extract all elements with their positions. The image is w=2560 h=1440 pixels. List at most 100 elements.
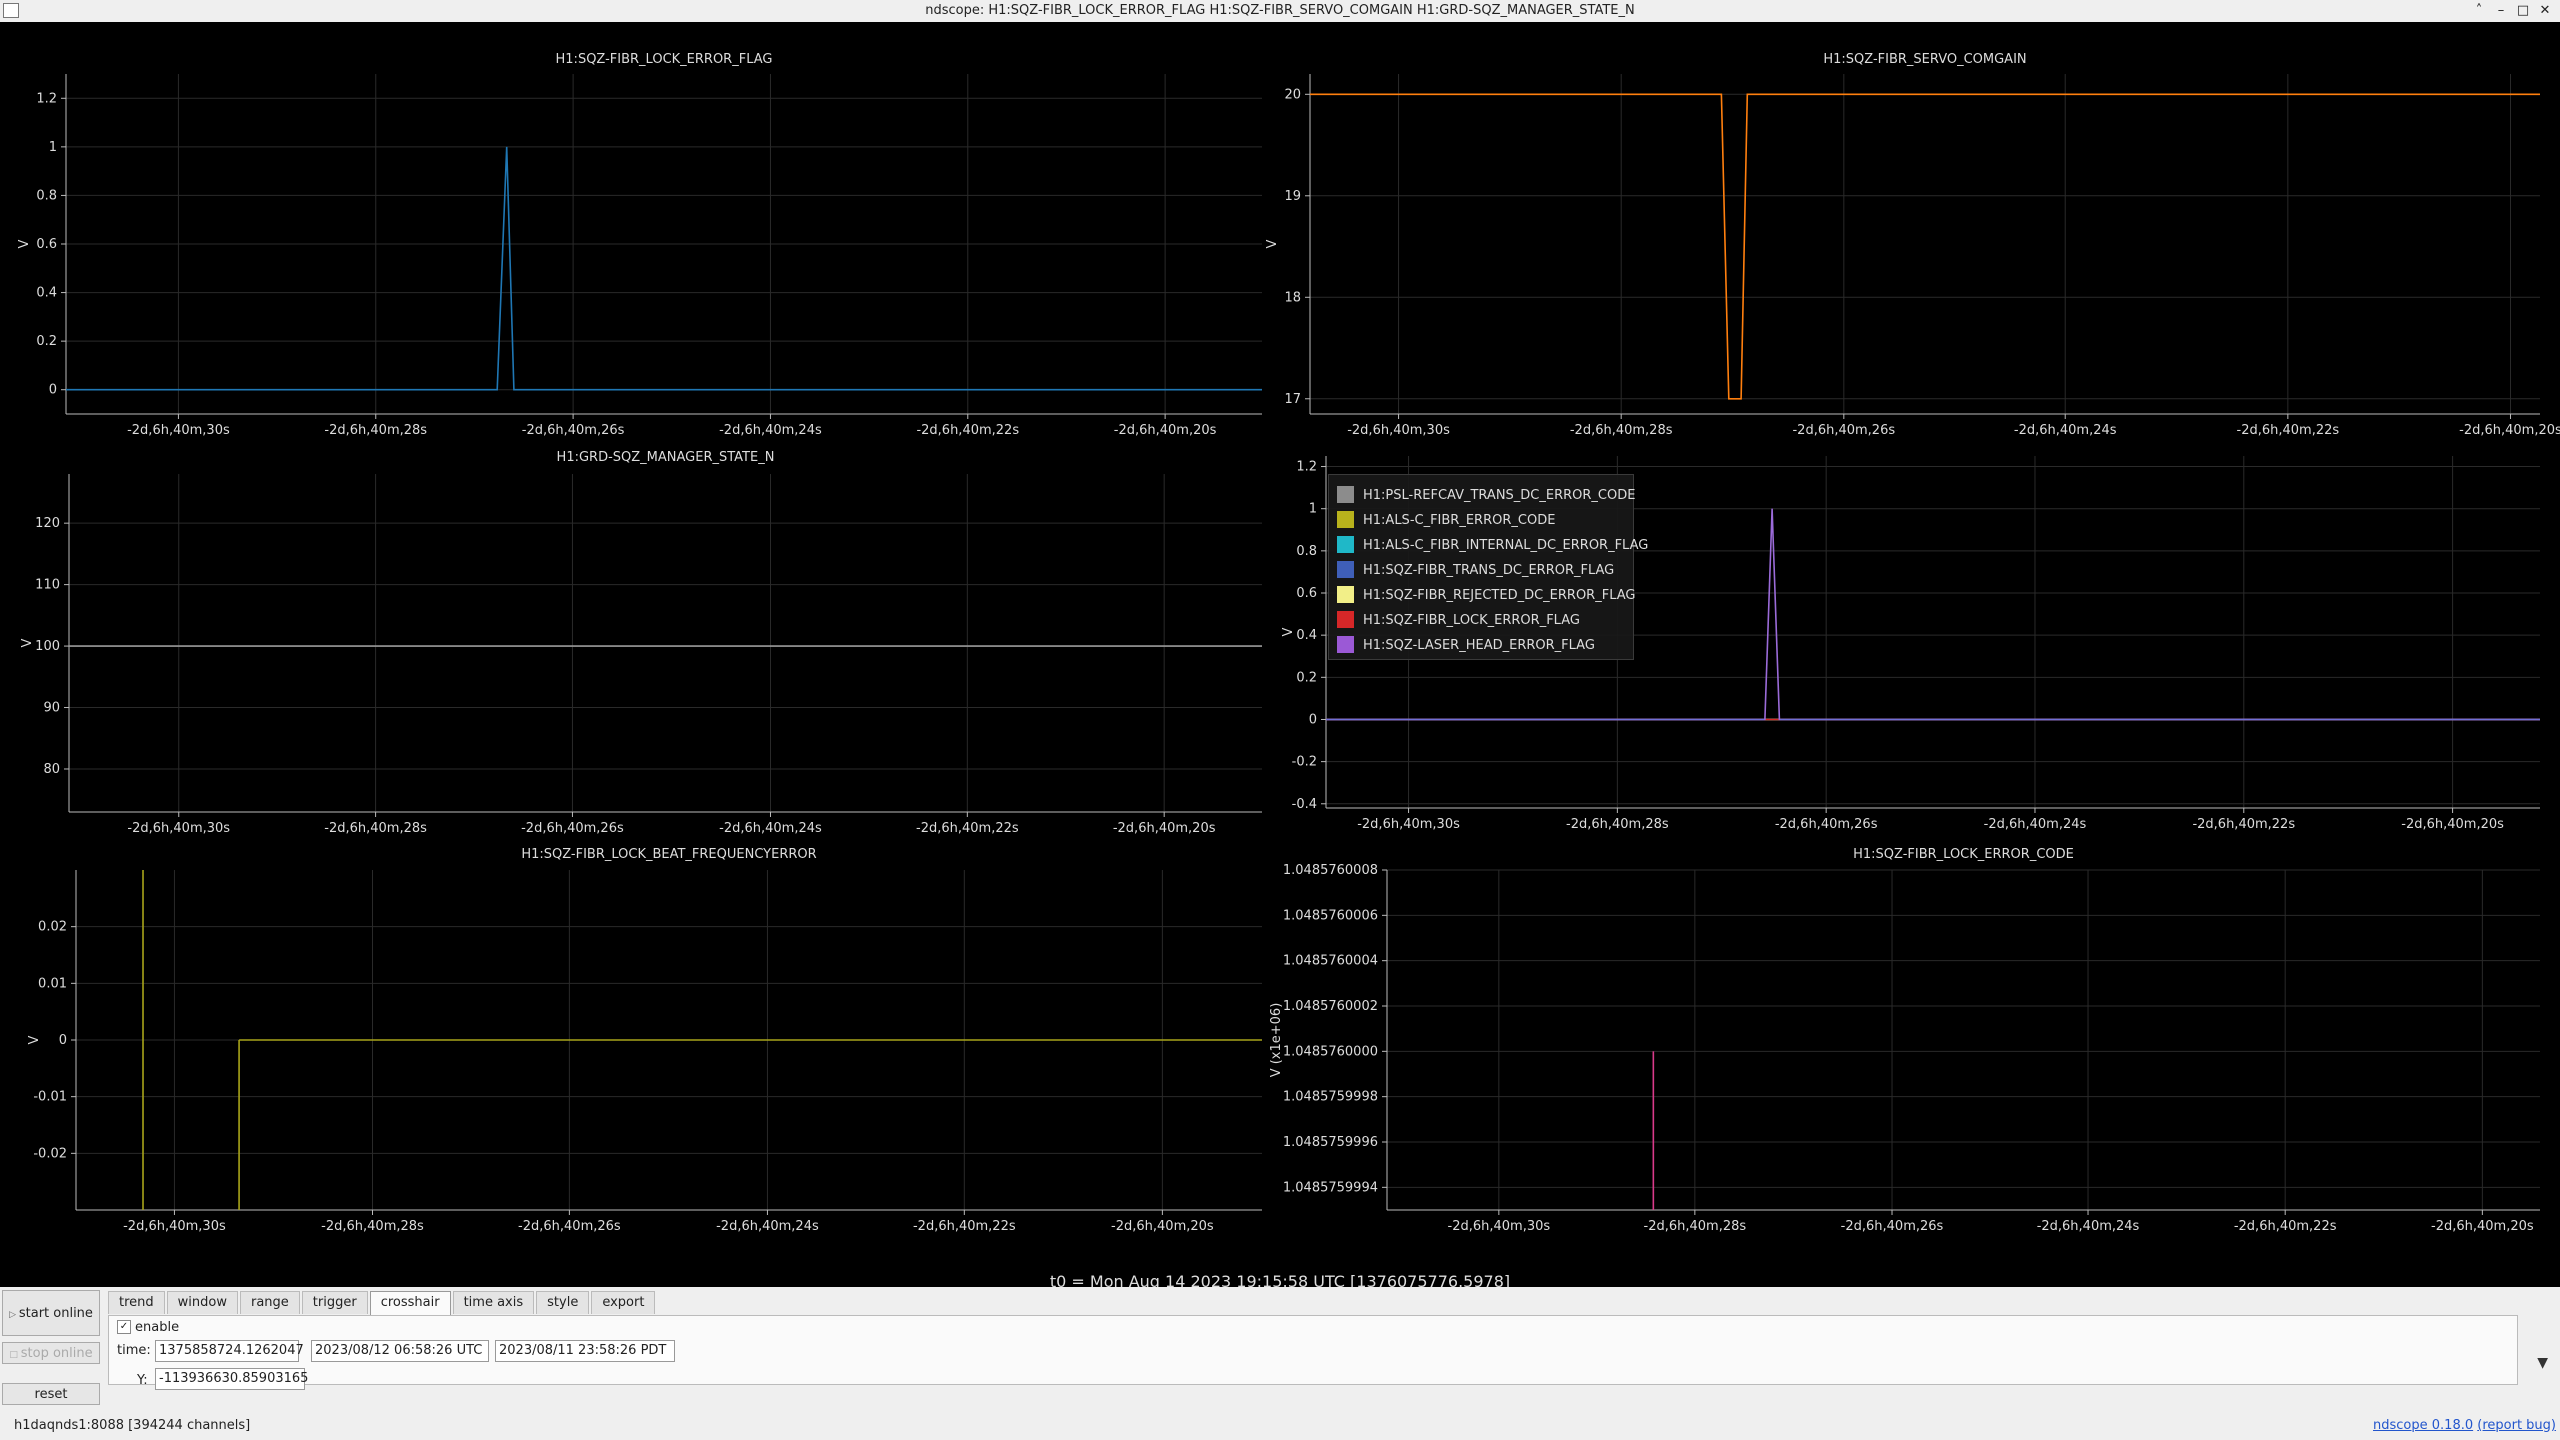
legend-swatch — [1337, 585, 1354, 603]
x-tick-label: -2d,6h,40m,24s — [1984, 817, 2087, 832]
x-tick-label: -2d,6h,40m,26s — [1792, 423, 1895, 438]
x-tick-label: -2d,6h,40m,26s — [518, 1219, 621, 1234]
x-tick-label: -2d,6h,40m,24s — [719, 821, 822, 836]
legend-item: H1:SQZ-LASER_HEAD_ERROR_FLAG — [1337, 633, 1625, 658]
y-tick-label: -0.01 — [33, 1090, 67, 1105]
control-panel: ▷ start online □ stop online reset trend… — [0, 1287, 2560, 1440]
window-controls: ˄ – □ ✕ — [2468, 0, 2556, 22]
plot-legend[interactable]: H1:PSL-REFCAV_TRANS_DC_ERROR_CODE H1:ALS… — [1328, 474, 1648, 660]
x-tick-label: -2d,6h,40m,26s — [522, 423, 625, 438]
legend-label: H1:ALS-C_FIBR_INTERNAL_DC_ERROR_FLAG — [1363, 538, 1649, 553]
x-tick-label: -2d,6h,40m,30s — [1448, 1219, 1551, 1234]
tab-time-axis[interactable]: time axis — [452, 1291, 535, 1314]
y-tick-label: 0.01 — [38, 976, 67, 991]
y-tick-label: 80 — [43, 762, 60, 777]
legend-item: H1:ALS-C_FIBR_INTERNAL_DC_ERROR_FLAG — [1337, 533, 1648, 558]
y-tick-label: 0.6 — [36, 237, 57, 252]
plot-lock-error-code[interactable]: -2d,6h,40m,30s -2d,6h,40m,28s -2d,6h,40m,2… — [1269, 863, 2540, 1234]
tab-trend[interactable]: trend — [108, 1291, 165, 1314]
plots-canvas[interactable]: -2d,6h,40m,30s -2d,6h,40m,28s -2d,6h,40m,2… — [0, 22, 2560, 1287]
legend-swatch — [1337, 610, 1354, 628]
x-tick-label: -2d,6h,40m,30s — [1357, 817, 1460, 832]
y-axis-label: V — [1281, 627, 1296, 636]
y-tick-label: 17 — [1284, 392, 1301, 407]
legend-label: H1:PSL-REFCAV_TRANS_DC_ERROR_CODE — [1363, 488, 1636, 503]
y-tick-label: 120 — [35, 516, 60, 531]
y-tick-label: 1 — [1309, 502, 1317, 517]
x-tick-label: -2d,6h,40m,24s — [719, 423, 822, 438]
x-tick-label: -2d,6h,40m,20s — [1114, 423, 1217, 438]
tab-crosshair[interactable]: crosshair — [369, 1291, 451, 1316]
status-links: ndscope 0.18.0 (report bug) — [2373, 1412, 2556, 1440]
legend-label: H1:SQZ-FIBR_REJECTED_DC_ERROR_FLAG — [1363, 588, 1636, 603]
start-online-button[interactable]: ▷ start online — [2, 1290, 100, 1336]
status-bar: h1daqnds1:8088 [394244 channels] ndscope… — [0, 1412, 2560, 1440]
maximize-up-icon[interactable]: ˄ — [2468, 0, 2490, 22]
plot-beat-frequency-error[interactable]: -2d,6h,40m,30s -2d,6h,40m,28s -2d,6h,40m,2… — [27, 870, 1262, 1234]
utc-time-field[interactable]: 2023/08/12 06:58:26 UTC — [311, 1340, 489, 1362]
series-line — [1310, 93, 2540, 400]
y-tick-label: 1.0485760006 — [1283, 908, 1378, 923]
x-tick-label: -2d,6h,40m,28s — [1570, 423, 1673, 438]
legend-item: H1:SQZ-FIBR_LOCK_ERROR_FLAG — [1337, 608, 1625, 633]
y-tick-label: 0.4 — [1296, 628, 1317, 643]
y-axis-label: V — [17, 239, 32, 248]
x-tick-label: -2d,6h,40m,30s — [123, 1219, 226, 1234]
pdt-time-field[interactable]: 2023/08/11 23:58:26 PDT — [495, 1340, 675, 1362]
x-tick-label: -2d,6h,40m,30s — [127, 423, 230, 438]
legend-label: H1:SQZ-FIBR_LOCK_ERROR_FLAG — [1363, 613, 1580, 628]
x-tick-label: -2d,6h,40m,28s — [321, 1219, 424, 1234]
y-tick-label: 0.4 — [36, 286, 57, 301]
x-tick-label: -2d,6h,40m,24s — [2014, 423, 2117, 438]
y-tick-label: 110 — [35, 578, 60, 593]
close-icon[interactable]: ✕ — [2534, 0, 2556, 22]
y-tick-label: 100 — [35, 639, 60, 654]
gps-time-field[interactable]: 1375858724.1262047 — [155, 1340, 304, 1362]
x-tick-label: -2d,6h,40m,28s — [324, 821, 427, 836]
report-bug-link[interactable]: (report bug) — [2477, 1418, 2556, 1433]
y-axis-label: V — [27, 1035, 42, 1044]
enable-checkbox[interactable]: ✓ — [117, 1320, 131, 1334]
x-tick-label: -2d,6h,40m,22s — [2192, 817, 2295, 832]
tab-range[interactable]: range — [239, 1291, 300, 1314]
y-tick-label: 0.2 — [36, 334, 57, 349]
stop-online-button[interactable]: □ stop online — [2, 1342, 100, 1364]
y-value-field[interactable]: -113936630.85903165 — [155, 1368, 308, 1390]
window-title: ndscope: H1:SQZ-FIBR_LOCK_ERROR_FLAG H1:… — [925, 3, 1635, 18]
y-tick-label: 1.0485760002 — [1283, 999, 1378, 1014]
y-axis-label: V — [1265, 239, 1280, 248]
plot-manager-state[interactable]: -2d,6h,40m,30s -2d,6h,40m,28s -2d,6h,40m,2… — [20, 474, 1262, 836]
x-tick-label: -2d,6h,40m,28s — [324, 423, 427, 438]
tab-trigger[interactable]: trigger — [301, 1291, 368, 1314]
version-link[interactable]: ndscope 0.18.0 — [2373, 1418, 2473, 1433]
y-tick-label: 18 — [1284, 290, 1301, 305]
y-tick-label: 0.02 — [38, 920, 67, 935]
time-label: time: — [117, 1343, 151, 1358]
plot-lock-error-flag[interactable]: -2d,6h,40m,30s -2d,6h,40m,28s -2d,6h,40m,2… — [17, 74, 1262, 438]
x-tick-label: -2d,6h,40m,26s — [521, 821, 624, 836]
legend-item: H1:SQZ-FIBR_TRANS_DC_ERROR_FLAG — [1337, 558, 1625, 583]
y-tick-label: 20 — [1284, 87, 1301, 102]
minimize-icon[interactable]: – — [2490, 0, 2512, 22]
restore-icon[interactable]: □ — [2512, 0, 2534, 22]
y-tick-label: -0.02 — [33, 1146, 67, 1161]
tab-window[interactable]: window — [166, 1291, 238, 1314]
app-icon — [3, 3, 19, 18]
expand-icon[interactable]: ▼ — [2537, 1355, 2548, 1371]
series-line — [66, 146, 1262, 391]
legend-item: H1:SQZ-FIBR_REJECTED_DC_ERROR_FLAG — [1337, 583, 1635, 608]
tab-export[interactable]: export — [591, 1291, 656, 1314]
legend-item: H1:PSL-REFCAV_TRANS_DC_ERROR_CODE — [1337, 483, 1635, 508]
x-tick-label: -2d,6h,40m,30s — [1347, 423, 1450, 438]
x-tick-label: -2d,6h,40m,20s — [2401, 817, 2504, 832]
x-tick-label: -2d,6h,40m,24s — [2037, 1219, 2140, 1234]
plot-servo-comgain[interactable]: -2d,6h,40m,30s -2d,6h,40m,28s -2d,6h,40m,2… — [1265, 74, 2560, 438]
x-tick-label: -2d,6h,40m,28s — [1566, 817, 1669, 832]
y-tick-label: 0.2 — [1296, 670, 1317, 685]
y-tick-label: 0.8 — [36, 188, 57, 203]
reset-button[interactable]: reset — [2, 1383, 100, 1405]
y-tick-label: 0 — [49, 383, 57, 398]
tab-style[interactable]: style — [536, 1291, 590, 1314]
y-axis-label: V — [20, 638, 35, 647]
x-tick-label: -2d,6h,40m,30s — [127, 821, 230, 836]
